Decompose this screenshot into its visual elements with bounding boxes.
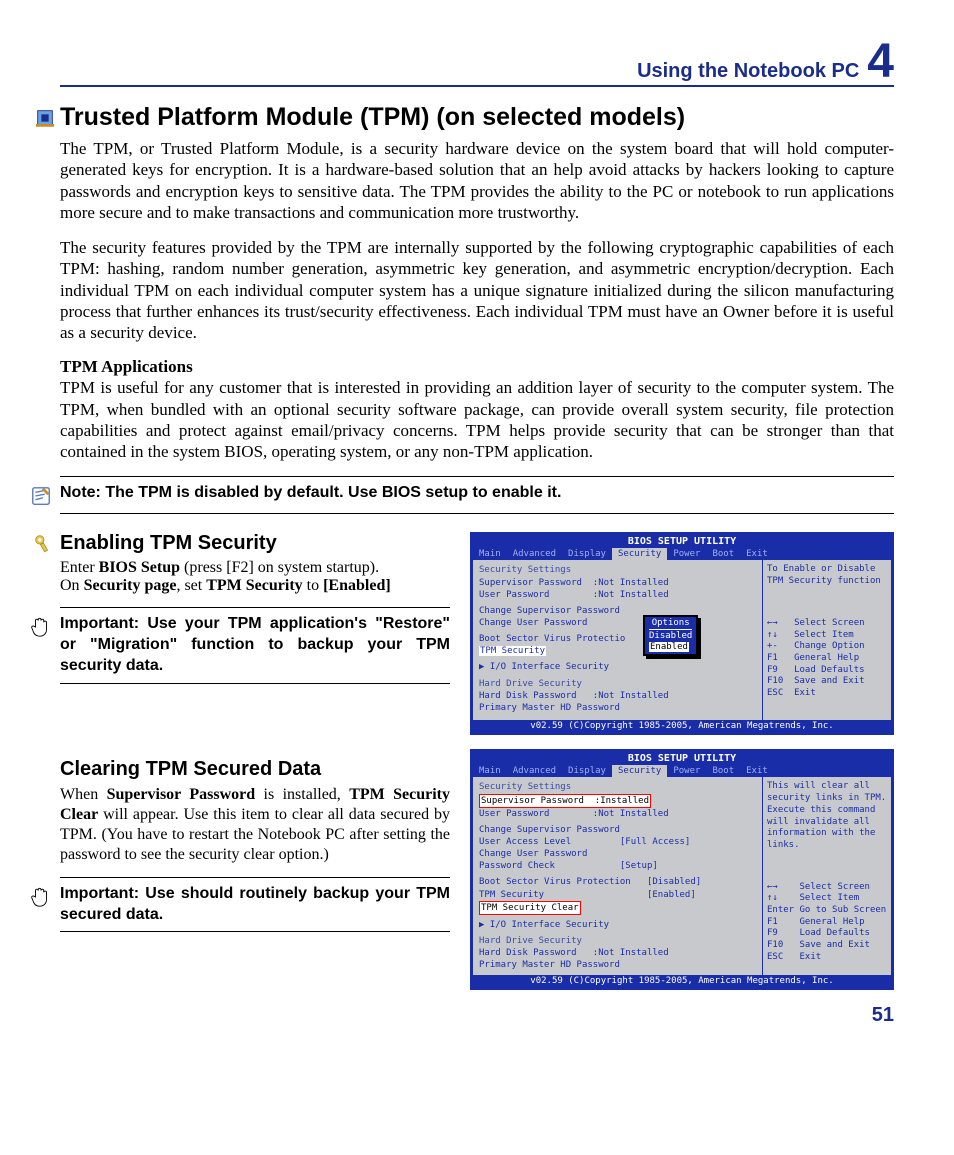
enable-heading: Enabling TPM Security: [60, 532, 277, 555]
intro-paragraph-1: The TPM, or Trusted Platform Module, is …: [60, 138, 894, 223]
chapter-number: 4: [867, 40, 894, 83]
important-enable-text: Important: Use your TPM application's "R…: [60, 614, 450, 676]
enable-instructions: Enter BIOS Setup (press [F2] on system s…: [60, 559, 450, 595]
page-header: Using the Notebook PC 4: [60, 40, 894, 87]
important-clear: Important: Use should routinely backup y…: [60, 877, 450, 933]
note-text: Note: The TPM is disabled by default. Us…: [60, 483, 894, 504]
bios-screenshot-clear: BIOS SETUP UTILITY Main Advanced Display…: [470, 749, 894, 990]
hand-stop-icon: [30, 616, 52, 638]
tpm-chip-icon: [34, 107, 56, 129]
bios-options-popup: Options Disabled Enabled: [643, 615, 698, 655]
intro-paragraph-2: The security features provided by the TP…: [60, 237, 894, 343]
key-icon: [34, 534, 54, 554]
subhead-applications: TPM Applications: [60, 357, 894, 377]
important-enable: Important: Use your TPM application's "R…: [60, 607, 450, 683]
bios-title: BIOS SETUP UTILITY: [473, 535, 891, 548]
clear-heading: Clearing TPM Secured Data: [60, 758, 450, 781]
page-number: 51: [470, 1004, 894, 1027]
note-callout: Note: The TPM is disabled by default. Us…: [60, 476, 894, 514]
applications-paragraph: TPM is useful for any customer that is i…: [60, 377, 894, 462]
bios-screenshot-enable: BIOS SETUP UTILITY Main Advanced Display…: [470, 532, 894, 735]
note-icon: [30, 485, 52, 507]
clear-body: When Supervisor Password is installed, T…: [60, 785, 450, 865]
important-clear-text: Important: Use should routinely backup y…: [60, 884, 450, 926]
bios-tabs: Main Advanced Display Security Power Boo…: [473, 548, 891, 560]
hand-stop-icon: [30, 886, 52, 908]
header-title: Using the Notebook PC: [637, 60, 859, 83]
section-title: Trusted Platform Module (TPM) (on select…: [60, 103, 685, 132]
